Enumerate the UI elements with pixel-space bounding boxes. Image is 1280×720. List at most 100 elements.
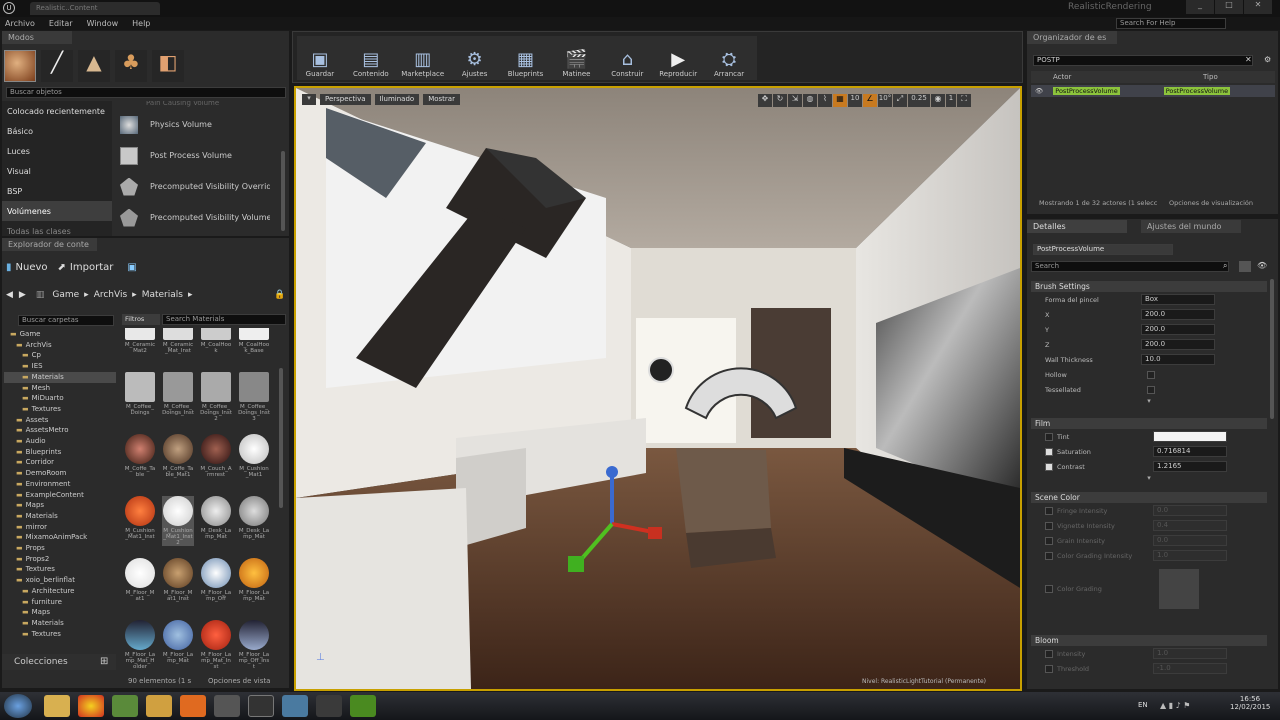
forward-icon[interactable]: ▶	[19, 290, 26, 300]
material-asset[interactable]: M_CoalHook	[200, 328, 232, 354]
world-settings-tab[interactable]: Ajustes del mundo	[1141, 220, 1241, 233]
landscape-mode-icon[interactable]: ▲	[78, 50, 110, 82]
world-local-icon[interactable]: ◍	[803, 94, 817, 107]
override-checkbox[interactable]	[1045, 521, 1053, 530]
material-asset[interactable]: M_Coffee_Doings_Inst2	[200, 372, 232, 422]
property-value-field[interactable]: 10.0	[1141, 354, 1215, 365]
back-icon[interactable]: ◀	[6, 290, 13, 300]
scale-snap-value[interactable]: 0.25	[908, 94, 930, 107]
folder-item[interactable]: ▬ Materials	[4, 511, 116, 522]
rotate-icon[interactable]: ↻	[773, 94, 787, 107]
outliner-tab[interactable]: Organizador de es	[1027, 31, 1117, 44]
blueprints-button[interactable]: ▦ Blueprints	[503, 38, 549, 78]
material-asset[interactable]: M_Floor_Lamp_Mat_Inst	[200, 620, 232, 668]
folder-item[interactable]: ▬ Textures	[4, 564, 116, 575]
path-root-icon[interactable]: ▥	[36, 290, 45, 300]
category-bsp[interactable]: BSP	[2, 181, 112, 201]
property-value-field[interactable]: 1.0	[1153, 648, 1227, 659]
details-scrollbar[interactable]	[1270, 279, 1274, 419]
folder-item[interactable]: ▬ Cp	[4, 350, 116, 361]
col-actor[interactable]: Actor	[1053, 73, 1203, 81]
folder-item[interactable]: ▬ Materials	[4, 618, 116, 629]
foliage-mode-icon[interactable]: ♣	[115, 50, 147, 82]
brush-settings-header[interactable]: Brush Settings	[1031, 281, 1267, 292]
minimize-button[interactable]: _	[1186, 0, 1214, 14]
category-volumes[interactable]: Volúmenes	[2, 201, 112, 221]
override-checkbox[interactable]	[1045, 649, 1053, 658]
folder-item[interactable]: ▬ Assets	[4, 415, 116, 426]
category-basic[interactable]: Básico	[2, 121, 112, 141]
folder-item[interactable]: ▬ Environment	[4, 479, 116, 490]
folder-item[interactable]: ▬ xoio_berlinflat	[4, 575, 116, 586]
category-recent[interactable]: Colocado recientemente	[2, 101, 112, 121]
property-value-field[interactable]: 200.0	[1141, 324, 1215, 335]
item-physics-volume[interactable]: Physics Volume	[114, 109, 279, 140]
grid-snap-icon[interactable]: ▦	[833, 94, 847, 107]
add-collection-icon[interactable]: ⊞	[100, 656, 108, 667]
property-value-field[interactable]: 200.0	[1141, 339, 1215, 350]
outliner-settings-icon[interactable]: ⚙	[1264, 55, 1271, 64]
app-taskbar-icon[interactable]	[316, 695, 342, 717]
material-asset[interactable]: M_Coffee_Doings_Inst	[162, 372, 194, 416]
minecraft-taskbar-icon[interactable]	[112, 695, 138, 717]
override-checkbox[interactable]	[1045, 462, 1053, 471]
details-tab[interactable]: Detalles	[1027, 220, 1127, 233]
geometry-mode-icon[interactable]: ◧	[152, 50, 184, 82]
translate-icon[interactable]: ✥	[758, 94, 772, 107]
clear-search-icon[interactable]: ✕	[1245, 55, 1252, 64]
modes-scrollbar[interactable]	[281, 151, 285, 231]
collections-header[interactable]: Colecciones	[2, 654, 116, 670]
menu-archivo[interactable]: Archivo	[5, 19, 35, 28]
path-archvis[interactable]: ArchVis	[94, 290, 127, 300]
content-browser-tab[interactable]: Explorador de conte	[2, 238, 97, 251]
details-grid-icon[interactable]	[1239, 261, 1251, 272]
view-options-button[interactable]: Opciones de vista	[208, 677, 270, 685]
language-indicator[interactable]: EN	[1138, 701, 1148, 709]
material-asset[interactable]: M_Coffee_Doings	[124, 372, 156, 416]
tray-icons[interactable]: ▲ ▮ ♪ ⚑	[1160, 701, 1190, 710]
filters-button[interactable]: Filtros	[122, 314, 160, 325]
nvidia-taskbar-icon[interactable]	[350, 695, 376, 717]
material-asset[interactable]: M_Floor_Lamp_Mat	[238, 558, 270, 602]
outliner-view-options[interactable]: Opciones de visualización	[1169, 199, 1253, 207]
property-value-field[interactable]	[1153, 431, 1227, 442]
surface-snap-icon[interactable]: ⌇	[818, 94, 832, 107]
search-materials-input[interactable]: Search Materials	[162, 314, 286, 325]
material-asset[interactable]: M_Floor_Lamp_Mat	[162, 620, 194, 664]
new-button[interactable]: Nuevo	[16, 262, 48, 273]
property-value-field[interactable]: 200.0	[1141, 309, 1215, 320]
material-asset[interactable]: M_CeramicMat2	[124, 328, 156, 354]
folder-item[interactable]: ▬ AssetsMetro	[4, 425, 116, 436]
material-asset[interactable]: M_Desk_Lamp_Mat	[238, 496, 270, 540]
save-button[interactable]: ▣ Guardar	[297, 38, 343, 78]
maximize-button[interactable]: □	[1215, 0, 1243, 14]
play-button[interactable]: ▶ Reproducir	[655, 38, 701, 78]
material-asset[interactable]: M_CoalHook_Base	[238, 328, 270, 354]
show-button[interactable]: Mostrar	[423, 94, 460, 105]
details-search-input[interactable]: Search	[1031, 261, 1229, 272]
property-value-field[interactable]: 0.0	[1153, 535, 1227, 546]
visibility-eye-icon[interactable]: 👁	[1035, 87, 1043, 95]
color-grading-swatch[interactable]	[1159, 569, 1199, 609]
lit-button[interactable]: Iluminado	[374, 94, 420, 105]
film-header[interactable]: Film	[1031, 418, 1267, 429]
folder-item[interactable]: ▬ Props2	[4, 554, 116, 565]
override-checkbox[interactable]	[1045, 506, 1053, 515]
material-asset[interactable]: M_Couch_Armrest	[200, 434, 232, 478]
chrome-taskbar-icon[interactable]	[78, 695, 104, 717]
paint-mode-icon[interactable]: ╱	[41, 50, 73, 82]
folder-item[interactable]: ▬ ArchVis	[4, 340, 116, 351]
material-asset[interactable]: M_Floor_Lamp_Mat_Holder	[124, 620, 156, 668]
grid-size-value[interactable]: 10	[848, 94, 862, 107]
property-checkbox[interactable]	[1147, 385, 1155, 394]
menu-help[interactable]: Help	[132, 19, 150, 28]
viewport[interactable]: ▾ Perspectiva Iluminado Mostrar ✥ ↻ ⇲ ◍ …	[294, 86, 1022, 691]
item-precomputed-visibility-override[interactable]: Precomputed Visibility Override Volume	[114, 171, 279, 202]
details-eye-icon[interactable]: 👁	[1257, 261, 1267, 270]
override-checkbox[interactable]	[1045, 664, 1053, 673]
folder-item[interactable]: ▬ mirror	[4, 522, 116, 533]
matinee-button[interactable]: 🎬 Matinee	[553, 38, 599, 78]
media-player-taskbar-icon[interactable]	[180, 695, 206, 717]
place-mode-icon[interactable]	[4, 50, 36, 82]
lock-icon[interactable]: 🔒	[274, 290, 285, 300]
